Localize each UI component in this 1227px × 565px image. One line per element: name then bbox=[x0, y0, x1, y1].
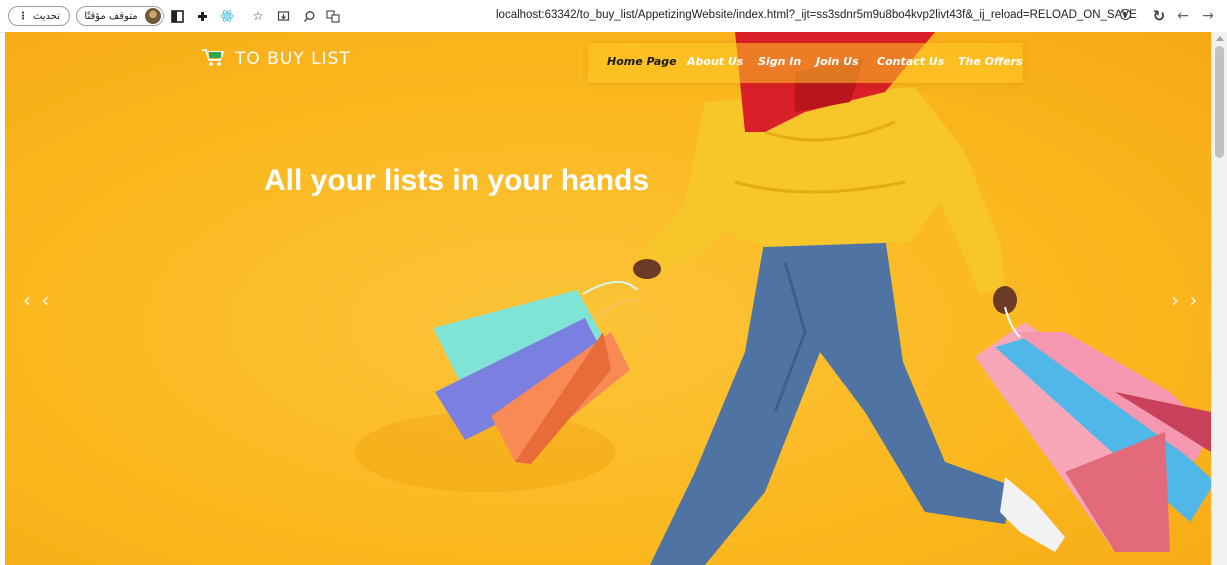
search-icon[interactable] bbox=[302, 9, 316, 23]
page-scrollbar[interactable] bbox=[1211, 32, 1227, 565]
reload-icon[interactable]: ↻ bbox=[1152, 8, 1166, 23]
address-bar[interactable]: localhost:63342/to_buy_list/AppetizingWe… bbox=[496, 9, 1137, 21]
nav-home-page[interactable]: Home Page bbox=[607, 55, 677, 68]
carousel-next-button[interactable]: › › bbox=[1171, 288, 1199, 312]
hero-carousel: TO BUY LIST Home Page About Us Sign In J… bbox=[5, 32, 1211, 565]
extensions-icon[interactable] bbox=[195, 9, 209, 23]
browser-toolbar: ⋮ تحديث متوقف مؤقتًا ☆ localhost:63342/t… bbox=[0, 0, 1227, 33]
menu-kebab-icon: ⋮ bbox=[17, 10, 28, 22]
react-icon[interactable] bbox=[220, 9, 234, 23]
nav-join-us[interactable]: Join Us bbox=[816, 55, 859, 68]
left-shopping-bags bbox=[433, 281, 642, 464]
scrollbar-thumb[interactable] bbox=[1215, 46, 1224, 158]
update-label: تحديث bbox=[32, 10, 61, 22]
shopping-cart-icon bbox=[201, 47, 225, 71]
update-button[interactable]: ⋮ تحديث bbox=[8, 6, 70, 26]
nav-sign-in[interactable]: Sign In bbox=[758, 55, 801, 68]
forward-icon[interactable]: → bbox=[1201, 9, 1215, 23]
site-info-icon[interactable] bbox=[1120, 9, 1131, 20]
brand-name: TO BUY LIST bbox=[235, 49, 351, 69]
main-navigation: Home Page About Us Sign In Join Us Conta… bbox=[588, 43, 1023, 83]
nav-about-us[interactable]: About Us bbox=[687, 55, 743, 68]
hero-headline: All your lists in your hands bbox=[264, 164, 650, 197]
scroll-up-arrow-icon[interactable] bbox=[1216, 36, 1224, 41]
profile-paused-button[interactable]: متوقف مؤقتًا bbox=[76, 6, 164, 26]
bookmark-star-icon[interactable]: ☆ bbox=[251, 9, 265, 23]
brand-logo[interactable]: TO BUY LIST bbox=[201, 47, 351, 71]
back-icon[interactable]: ← bbox=[1176, 9, 1190, 23]
sidebar-icon[interactable] bbox=[170, 9, 184, 23]
nav-the-offers[interactable]: The Offers bbox=[958, 55, 1023, 68]
carousel-prev-button[interactable]: ‹ ‹ bbox=[23, 288, 51, 312]
hero-shopper-image bbox=[355, 32, 1211, 565]
profile-avatar-icon bbox=[145, 8, 161, 24]
install-app-icon[interactable] bbox=[276, 9, 290, 23]
translate-icon[interactable] bbox=[326, 9, 340, 23]
nav-contact-us[interactable]: Contact Us bbox=[877, 55, 944, 68]
paused-label: متوقف مؤقتًا bbox=[84, 10, 138, 22]
